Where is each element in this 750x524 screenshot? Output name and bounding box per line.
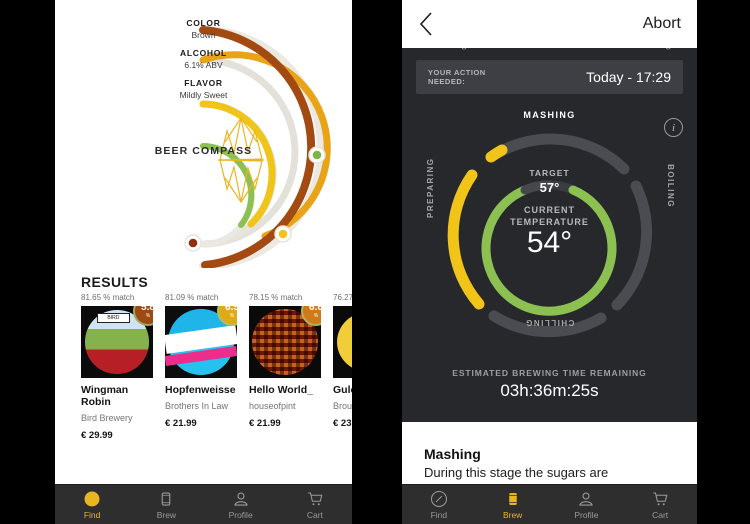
tab-profile[interactable]: Profile [550,485,624,524]
eta-label: ESTIMATED BREWING TIME REMAINING [452,368,647,378]
rating-value: 6.6 [309,306,321,313]
tab-cart-label: Cart [306,509,323,520]
target-temp-value: 57° [539,180,560,195]
stage-description-card[interactable]: Mashing During this stage the sugars are [402,422,697,484]
beer-price: € 29.99 [81,430,113,441]
action-label-line2: NEEDED: [428,77,466,86]
beer-thumbnail[interactable]: BIRD 5.8 % [81,306,153,378]
rating-unit: % [313,313,319,319]
tab-brew-label: Brew [502,509,523,520]
bottle-artwork [333,306,352,378]
current-temp-label: CURRENT TEMPERATURE [402,204,697,228]
rating-unit: % [145,313,151,319]
beer-thumbnail[interactable] [333,306,352,378]
match-percentage: 76.27 [333,293,352,302]
beer-price: € 21.99 [249,418,281,429]
tab-brew[interactable]: Brew [476,485,550,524]
beer-compass-screen: COLOR Brown ALCOHOL 6.1% ABV FLAVOR Mild… [55,0,352,524]
brewery-name: Brothers In Law [165,401,229,411]
compass-visualization[interactable]: COLOR Brown ALCOHOL 6.1% ABV FLAVOR Mild… [55,0,352,280]
artwork-brand-label: BIRD [96,313,130,324]
gauge-stage-top: MASHING [523,110,576,120]
beer-price: € 21.99 [165,418,197,429]
abort-button[interactable]: Abort [643,15,681,33]
cart-icon [308,491,323,505]
can-icon [508,492,517,505]
chevron-left-icon[interactable] [418,11,434,37]
tab-find[interactable]: Find [402,485,476,524]
eta-value: 03h:36m:25s [500,381,599,400]
beer-compass-wordmark: BEER COMPASS [154,145,253,157]
tab-profile-label: Profile [574,509,599,520]
result-card[interactable]: 81.09 % match 6.5 % Hopfenweisse Brother… [165,293,237,441]
current-temp-label-line1: CURRENT [524,205,575,215]
info-icon[interactable]: i [664,118,683,137]
match-percentage: 81.09 % match [165,293,219,302]
result-card[interactable]: 81.65 % match BIRD 5.8 % Wingman Robin B… [81,293,153,441]
person-icon [233,491,248,506]
compass-arcs [184,26,331,270]
compass-icon [84,491,100,506]
action-needed-bar[interactable]: YOUR ACTION NEEDED: Today - 17:29 [416,60,683,94]
tab-cart[interactable]: Cart [623,485,697,524]
action-time: Today - 17:29 [586,69,671,85]
color-handle-dot [188,238,198,248]
tab-profile-label: Profile [228,509,253,520]
gauge-stage-bottom: CHILLING [524,318,575,327]
result-card[interactable]: 76.27 Gule Crac Brou de L € 23 [333,293,352,441]
brewery-name: Bird Brewery [81,413,133,423]
results-section: RESULTS 81.65 % match BIRD 5.8 % Wingman… [55,268,352,484]
compass-icon [430,490,447,507]
target-temp-label: TARGET [529,168,570,178]
person-icon [579,491,594,506]
match-percentage: 81.65 % match [81,293,135,302]
results-heading: RESULTS [81,274,149,290]
beer-thumbnail[interactable]: 6.6 % [249,306,321,378]
cart-icon [653,491,668,505]
action-needed-label: YOUR ACTION NEEDED: [428,68,486,87]
tab-find[interactable]: Find [55,485,129,524]
tab-profile[interactable]: Profile [204,485,278,524]
stage-card-body: During this stage the sugars are [424,465,609,480]
beer-thumbnail[interactable]: 6.5 % [165,306,237,378]
bottom-tabbar[interactable]: Find Brew Profile Cart [402,484,697,524]
rating-unit: % [229,313,235,319]
alcohol-handle-dot [278,229,288,239]
action-label-line1: YOUR ACTION [428,67,486,77]
tab-brew-label: Brew [156,509,177,520]
tab-cart[interactable]: Cart [278,485,352,524]
brewing-progress-screen: Brewing Fermentation Serving Abort YOUR … [402,0,697,524]
brewery-name: Brou de L [333,401,352,411]
stage-card-title: Mashing [424,446,481,462]
bottom-tabbar[interactable]: Find Brew Profile Cart [55,484,352,524]
beer-name: Hopfenweisse [165,384,236,396]
beer-name: Gule Crac [333,384,352,396]
nav-header: Abort [402,0,697,48]
rating-value: 6.5 [225,306,237,313]
tab-find-label: Find [83,509,101,520]
result-card[interactable]: 78.15 % match 6.6 % Hello World_ houseof… [249,293,321,441]
brewery-name: houseofpint [249,401,296,411]
rating-value: 5.8 [141,306,153,313]
beer-price: € 23 [333,418,352,429]
results-carousel[interactable]: 81.65 % match BIRD 5.8 % Wingman Robin B… [81,293,352,441]
match-percentage: 78.15 % match [249,293,303,302]
brewing-gauge: MASHING i PREPARING BOILING CHILLING TAR… [402,100,697,360]
tab-brew[interactable]: Brew [129,485,203,524]
beer-name: Wingman Robin [81,384,129,408]
beer-name: Hello World_ [249,384,313,396]
current-temp-value: 54° [526,226,573,259]
can-icon [162,491,171,506]
tab-cart-label: Cart [652,509,669,520]
tab-find-label: Find [430,509,448,520]
